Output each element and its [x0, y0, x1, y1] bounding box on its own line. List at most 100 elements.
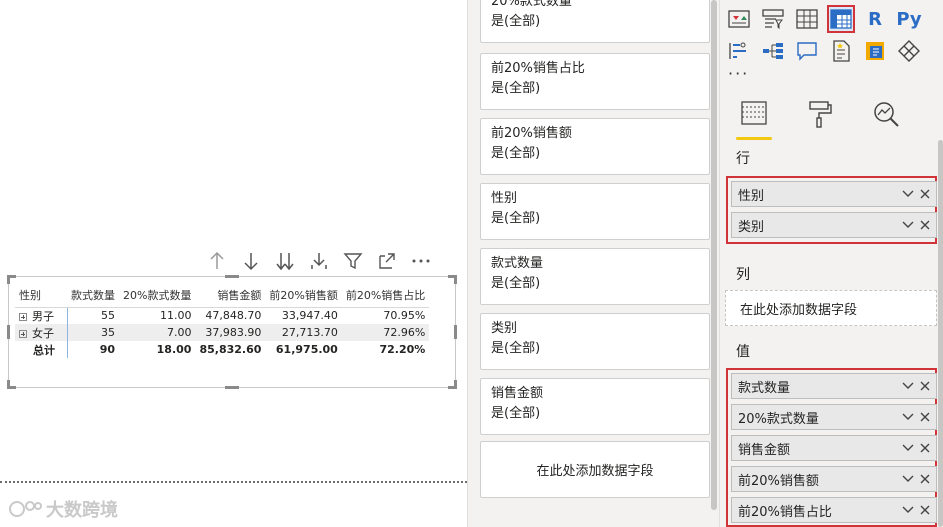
chevron-down-icon[interactable]	[902, 506, 914, 514]
arrow-up-icon[interactable]	[206, 250, 228, 272]
resize-handle[interactable]	[454, 325, 457, 339]
column-header[interactable]: 前20%销售额	[265, 283, 342, 308]
field-label: 款式数量	[738, 380, 791, 396]
visualizations-pane[interactable]: R Py ··· 行 性别 类别 列 在此处添加数据字段 值 款式数量 20%款…	[719, 0, 943, 527]
qa-icon[interactable]	[794, 38, 820, 64]
more-options-icon[interactable]	[410, 250, 432, 272]
fields-tab[interactable]	[734, 100, 774, 140]
values-well-title: 值	[736, 344, 750, 360]
visual-type-gallery: R Py	[726, 5, 922, 64]
resize-handle[interactable]	[448, 380, 457, 389]
expand-hierarchy-icon[interactable]	[308, 250, 330, 272]
double-arrow-down-icon[interactable]	[274, 250, 296, 272]
format-tab[interactable]	[800, 100, 840, 140]
power-apps-icon[interactable]	[896, 38, 922, 64]
add-filter-field-dropzone[interactable]: 在此处添加数据字段	[480, 441, 710, 498]
filter-value: 是(全部)	[491, 81, 541, 96]
close-icon[interactable]	[920, 474, 930, 484]
values-field-pill[interactable]: 销售金额	[731, 435, 937, 461]
table-cell: 61,975.00	[275, 343, 338, 356]
focus-mode-icon[interactable]	[376, 250, 398, 272]
decomposition-tree-icon[interactable]	[760, 38, 786, 64]
table-icon[interactable]	[794, 6, 820, 32]
arrow-down-icon[interactable]	[240, 250, 262, 272]
values-field-pill[interactable]: 前20%销售额	[731, 466, 937, 492]
rows-field-pill[interactable]: 性别	[731, 181, 937, 207]
chevron-down-icon[interactable]	[902, 190, 914, 198]
filter-card[interactable]: 类别 是(全部)	[480, 313, 710, 370]
table-cell: 55	[101, 309, 115, 323]
chevron-down-icon[interactable]	[902, 444, 914, 452]
r-script-icon[interactable]: R	[862, 6, 888, 32]
table-cell: 7.00	[119, 324, 196, 341]
filter-card[interactable]: 20%款式数量 是(全部)	[480, 0, 710, 43]
column-header[interactable]: 前20%销售占比	[341, 283, 430, 308]
filter-icon[interactable]	[342, 250, 364, 272]
chevron-down-icon[interactable]	[902, 221, 914, 229]
resize-handle[interactable]	[225, 386, 239, 389]
key-influencers-icon[interactable]	[726, 38, 752, 64]
chevron-down-icon[interactable]	[902, 475, 914, 483]
close-icon[interactable]	[920, 381, 930, 391]
kpi-icon[interactable]	[726, 6, 752, 32]
resize-handle[interactable]	[225, 275, 239, 278]
filter-card[interactable]: 款式数量 是(全部)	[480, 248, 710, 305]
table-cell: 33,947.40	[281, 309, 338, 323]
row-header[interactable]: 女子	[15, 324, 68, 341]
close-icon[interactable]	[920, 443, 930, 453]
table-cell: 90	[99, 343, 115, 356]
field-label: 类别	[738, 219, 765, 235]
expand-icon[interactable]	[19, 329, 27, 338]
fields-icon	[741, 101, 767, 125]
column-header[interactable]: 销售金额	[195, 283, 266, 308]
filter-card[interactable]: 性别 是(全部)	[480, 183, 710, 240]
filter-value: 是(全部)	[491, 406, 541, 421]
column-header[interactable]: 性别	[15, 283, 67, 308]
paginated-report-icon[interactable]	[862, 38, 888, 64]
filter-value: 是(全部)	[491, 341, 541, 356]
python-visual-icon[interactable]: Py	[896, 6, 922, 32]
close-icon[interactable]	[920, 505, 930, 515]
filter-card[interactable]: 销售金额 是(全部)	[480, 378, 710, 435]
chevron-down-icon[interactable]	[902, 413, 914, 421]
matrix-visual[interactable]: 性别 款式数量 20%款式数量 销售金额 前20%销售额 前20%销售占比 男子…	[7, 275, 457, 389]
pane-tabs	[734, 100, 906, 140]
table-cell: 35	[67, 324, 119, 341]
row-header[interactable]: 男子	[15, 307, 68, 324]
filter-card[interactable]: 前20%销售占比 是(全部)	[480, 53, 710, 110]
table-row: 男子 55 11.00 47,848.70 33,947.40 70.95%	[15, 307, 429, 324]
total-row: 总计 90 18.00 85,832.60 61,975.00 72.20%	[15, 341, 429, 358]
row-label: 男子	[32, 309, 54, 323]
matrix-icon[interactable]	[827, 5, 855, 33]
chevron-down-icon[interactable]	[902, 382, 914, 390]
table-cell: 27,713.70	[265, 324, 342, 341]
report-canvas[interactable]: 性别 款式数量 20%款式数量 销售金额 前20%销售额 前20%销售占比 男子…	[0, 0, 467, 527]
values-field-pill[interactable]: 20%款式数量	[731, 404, 937, 430]
analytics-tab[interactable]	[866, 100, 906, 140]
expand-icon[interactable]	[19, 312, 27, 321]
values-field-pill[interactable]: 前20%销售占比	[731, 497, 937, 523]
close-icon[interactable]	[920, 412, 930, 422]
table-cell: 11.00	[159, 309, 192, 323]
filters-pane[interactable]: 20%款式数量 是(全部) 前20%销售占比 是(全部) 前20%销售额 是(全…	[467, 0, 719, 527]
slicer-icon[interactable]	[760, 6, 786, 32]
column-header[interactable]: 款式数量	[67, 283, 119, 308]
visualizations-scrollbar[interactable]	[938, 140, 943, 527]
smart-narrative-icon[interactable]	[828, 38, 854, 64]
filters-scrollbar[interactable]	[711, 0, 717, 510]
row-label: 女子	[32, 326, 54, 340]
values-field-pill[interactable]: 款式数量	[731, 373, 937, 399]
field-label: 前20%销售占比	[738, 504, 832, 520]
rows-field-pill[interactable]: 类别	[731, 212, 937, 238]
close-icon[interactable]	[920, 189, 930, 199]
column-header[interactable]: 20%款式数量	[119, 283, 196, 308]
resize-handle[interactable]	[7, 325, 10, 339]
close-icon[interactable]	[920, 220, 930, 230]
resize-handle[interactable]	[7, 380, 16, 389]
filter-card[interactable]: 前20%销售额 是(全部)	[480, 118, 710, 175]
filter-value: 是(全部)	[491, 276, 541, 291]
resize-handle[interactable]	[448, 275, 457, 284]
table-cell: 72.96%	[341, 324, 430, 341]
columns-add-field-dropzone[interactable]: 在此处添加数据字段	[725, 290, 937, 326]
more-visuals-button[interactable]: ···	[728, 64, 749, 83]
